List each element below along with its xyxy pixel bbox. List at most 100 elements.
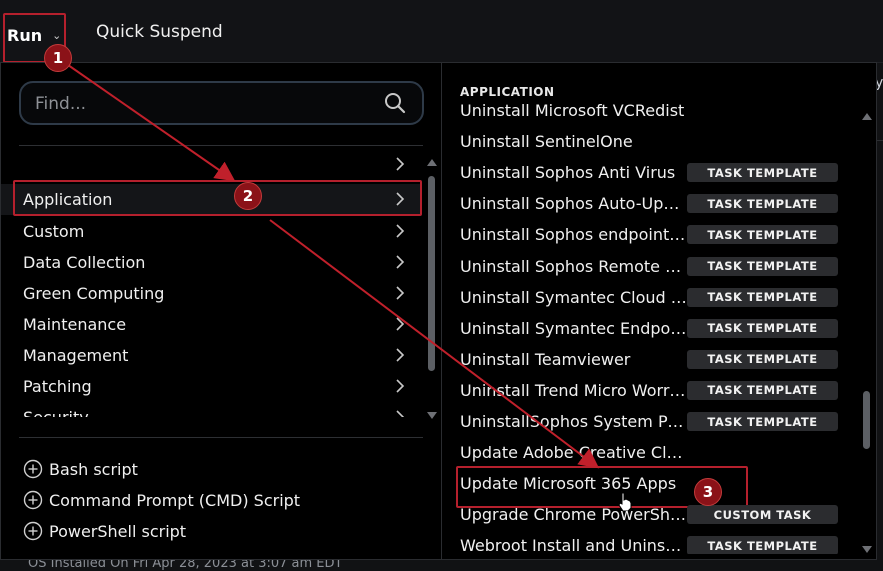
- step-badge-3: 3: [694, 478, 722, 506]
- category-pane: Application Custom Data Collection Green Co…: [1, 63, 439, 559]
- application-script-list: Uninstall Microsoft VCRedist Uninstall Se…: [442, 99, 860, 554]
- application-script-item[interactable]: Update Adobe Creative Cloud: [442, 437, 860, 468]
- category-list: Application Custom Data Collection Green Co…: [1, 155, 426, 417]
- category-scrollbar[interactable]: [426, 159, 438, 419]
- application-script-item[interactable]: Upgrade Chrome PowerShell CUSTOM TASK: [442, 499, 860, 530]
- category-label: Security: [23, 408, 89, 417]
- script-name: Upgrade Chrome PowerShell: [460, 505, 687, 525]
- step-badge-1: 1: [44, 44, 72, 72]
- run-label: Run: [7, 26, 43, 45]
- script-type-badge: TASK TEMPLATE: [687, 194, 838, 214]
- script-name: Uninstall Teamviewer: [460, 349, 631, 369]
- script-type-badge: TASK TEMPLATE: [687, 318, 838, 338]
- search-icon[interactable]: [384, 92, 406, 114]
- application-pane: APPLICATION Uninstall Microsoft VCRedist…: [441, 63, 878, 559]
- chevron-down-icon: ⌄: [52, 29, 62, 42]
- category-label: Custom: [23, 222, 85, 241]
- category-label: Management: [23, 346, 129, 365]
- plus-circle-icon: [23, 459, 43, 479]
- chevron-right-icon: [396, 379, 405, 393]
- category-item[interactable]: Data Collection: [1, 247, 421, 278]
- new-script-item[interactable]: PowerShell script: [23, 517, 186, 545]
- script-name: Uninstall SentinelOne: [460, 132, 633, 152]
- step-badge-2: 2: [234, 182, 262, 210]
- application-script-item[interactable]: Uninstall Teamviewer TASK TEMPLATE: [442, 344, 860, 375]
- chevron-right-icon: [396, 348, 405, 362]
- new-script-item[interactable]: Command Prompt (CMD) Script: [23, 486, 300, 514]
- new-script-label: PowerShell script: [49, 521, 187, 541]
- divider: [19, 437, 423, 438]
- script-name: Webroot Install and Uninstall: [460, 536, 687, 554]
- script-name: Update Adobe Creative Cloud: [460, 443, 687, 463]
- category-label: Green Computing: [23, 284, 165, 303]
- chevron-right-icon: [396, 410, 405, 417]
- script-type-badge: TASK TEMPLATE: [687, 225, 838, 245]
- chevron-right-icon: [396, 192, 405, 206]
- plus-circle-icon: [23, 490, 43, 510]
- script-type-badge: TASK TEMPLATE: [687, 163, 838, 183]
- application-script-item[interactable]: Uninstall Sophos Auto-Update TASK TEMPLAT…: [442, 188, 860, 219]
- new-script-item[interactable]: Bash script: [23, 455, 138, 483]
- quick-suspend-button[interactable]: Quick Suspend: [96, 22, 223, 42]
- script-name: Uninstall Microsoft VCRedist: [460, 101, 685, 120]
- top-toolbar: Run ⌄ Quick Suspend: [0, 0, 883, 63]
- script-type-badge: TASK TEMPLATE: [687, 412, 838, 431]
- category-item[interactable]: Security: [1, 402, 421, 417]
- script-name: Uninstall Symantec Endpoint Protection: [460, 318, 687, 338]
- application-script-item[interactable]: Update Microsoft 365 Apps: [442, 466, 860, 512]
- application-script-item[interactable]: Uninstall Sophos Anti Virus TASK TEMPLATE: [442, 157, 860, 188]
- category-item[interactable]: Maintenance: [1, 309, 421, 340]
- search-input[interactable]: [33, 91, 377, 117]
- script-name: Uninstall Sophos endpoint agent: [460, 225, 687, 245]
- chevron-right-icon: [396, 317, 405, 331]
- chevron-right-icon: [396, 286, 405, 300]
- script-type-badge: CUSTOM TASK: [687, 505, 838, 525]
- divider: [19, 145, 423, 146]
- category-label: Data Collection: [23, 253, 146, 272]
- application-script-item[interactable]: Webroot Install and Uninstall TASK TEMPLA…: [442, 530, 860, 554]
- application-script-item[interactable]: Uninstall SentinelOne: [442, 126, 860, 157]
- script-name: UninstallSophos System Protection: [460, 412, 687, 431]
- plus-circle-icon: [23, 521, 43, 541]
- application-script-item[interactable]: Uninstall Microsoft VCRedist: [442, 99, 860, 126]
- scrollbar-thumb[interactable]: [863, 391, 870, 449]
- application-script-item[interactable]: Uninstall Symantec Endpoint ProtectionTA…: [442, 313, 860, 344]
- application-scrollbar[interactable]: [861, 113, 873, 553]
- category-label: Maintenance: [23, 315, 127, 334]
- script-type-badge: TASK TEMPLATE: [687, 380, 838, 400]
- category-item[interactable]: Management: [1, 340, 421, 371]
- scroll-down-icon[interactable]: [862, 546, 872, 553]
- script-name: Uninstall Symantec Cloud Endpoint: [460, 287, 687, 307]
- script-name: Uninstall Sophos Remote Management: [460, 256, 687, 276]
- chevron-right-icon: [396, 157, 405, 171]
- scroll-up-icon[interactable]: [862, 113, 872, 120]
- chevron-right-icon: [396, 255, 405, 269]
- search-box[interactable]: [19, 81, 424, 125]
- application-script-item[interactable]: UninstallSophos System ProtectionTASK TE…: [442, 406, 860, 437]
- category-label: Patching: [23, 377, 92, 396]
- application-header: APPLICATION: [460, 85, 555, 99]
- application-script-item[interactable]: Uninstall Symantec Cloud EndpointTASK TE…: [442, 282, 860, 313]
- script-name: Uninstall Sophos Anti Virus: [460, 163, 676, 183]
- application-script-item[interactable]: Uninstall Sophos endpoint agentTASK TEMP…: [442, 219, 860, 250]
- application-script-item[interactable]: Uninstall Trend Micro Worry-FreeTASK TEM…: [442, 375, 860, 406]
- scroll-up-icon[interactable]: [427, 159, 437, 166]
- category-item[interactable]: Patching: [1, 371, 421, 402]
- application-script-item[interactable]: Uninstall Sophos Remote ManagementTASK T…: [442, 251, 860, 282]
- annotation-highlight-2: [13, 180, 422, 216]
- script-name: Uninstall Sophos Auto-Update: [460, 194, 687, 214]
- scroll-down-icon[interactable]: [427, 412, 437, 419]
- category-item[interactable]: Application: [1, 180, 422, 216]
- category-item[interactable]: Green Computing: [1, 278, 421, 309]
- script-type-badge: TASK TEMPLATE: [687, 349, 838, 369]
- run-dropdown-panel: Application Custom Data Collection Green Co…: [0, 62, 877, 560]
- script-type-badge: TASK TEMPLATE: [687, 287, 838, 307]
- category-item[interactable]: Custom: [1, 216, 421, 247]
- script-type-badge: TASK TEMPLATE: [687, 256, 838, 276]
- script-type-badge: TASK TEMPLATE: [687, 536, 838, 554]
- new-script-label: Command Prompt (CMD) Script: [49, 490, 301, 510]
- new-script-label: Bash script: [49, 459, 138, 479]
- chevron-right-icon: [396, 224, 405, 238]
- scrollbar-thumb[interactable]: [428, 176, 435, 371]
- category-item[interactable]: [1, 155, 421, 180]
